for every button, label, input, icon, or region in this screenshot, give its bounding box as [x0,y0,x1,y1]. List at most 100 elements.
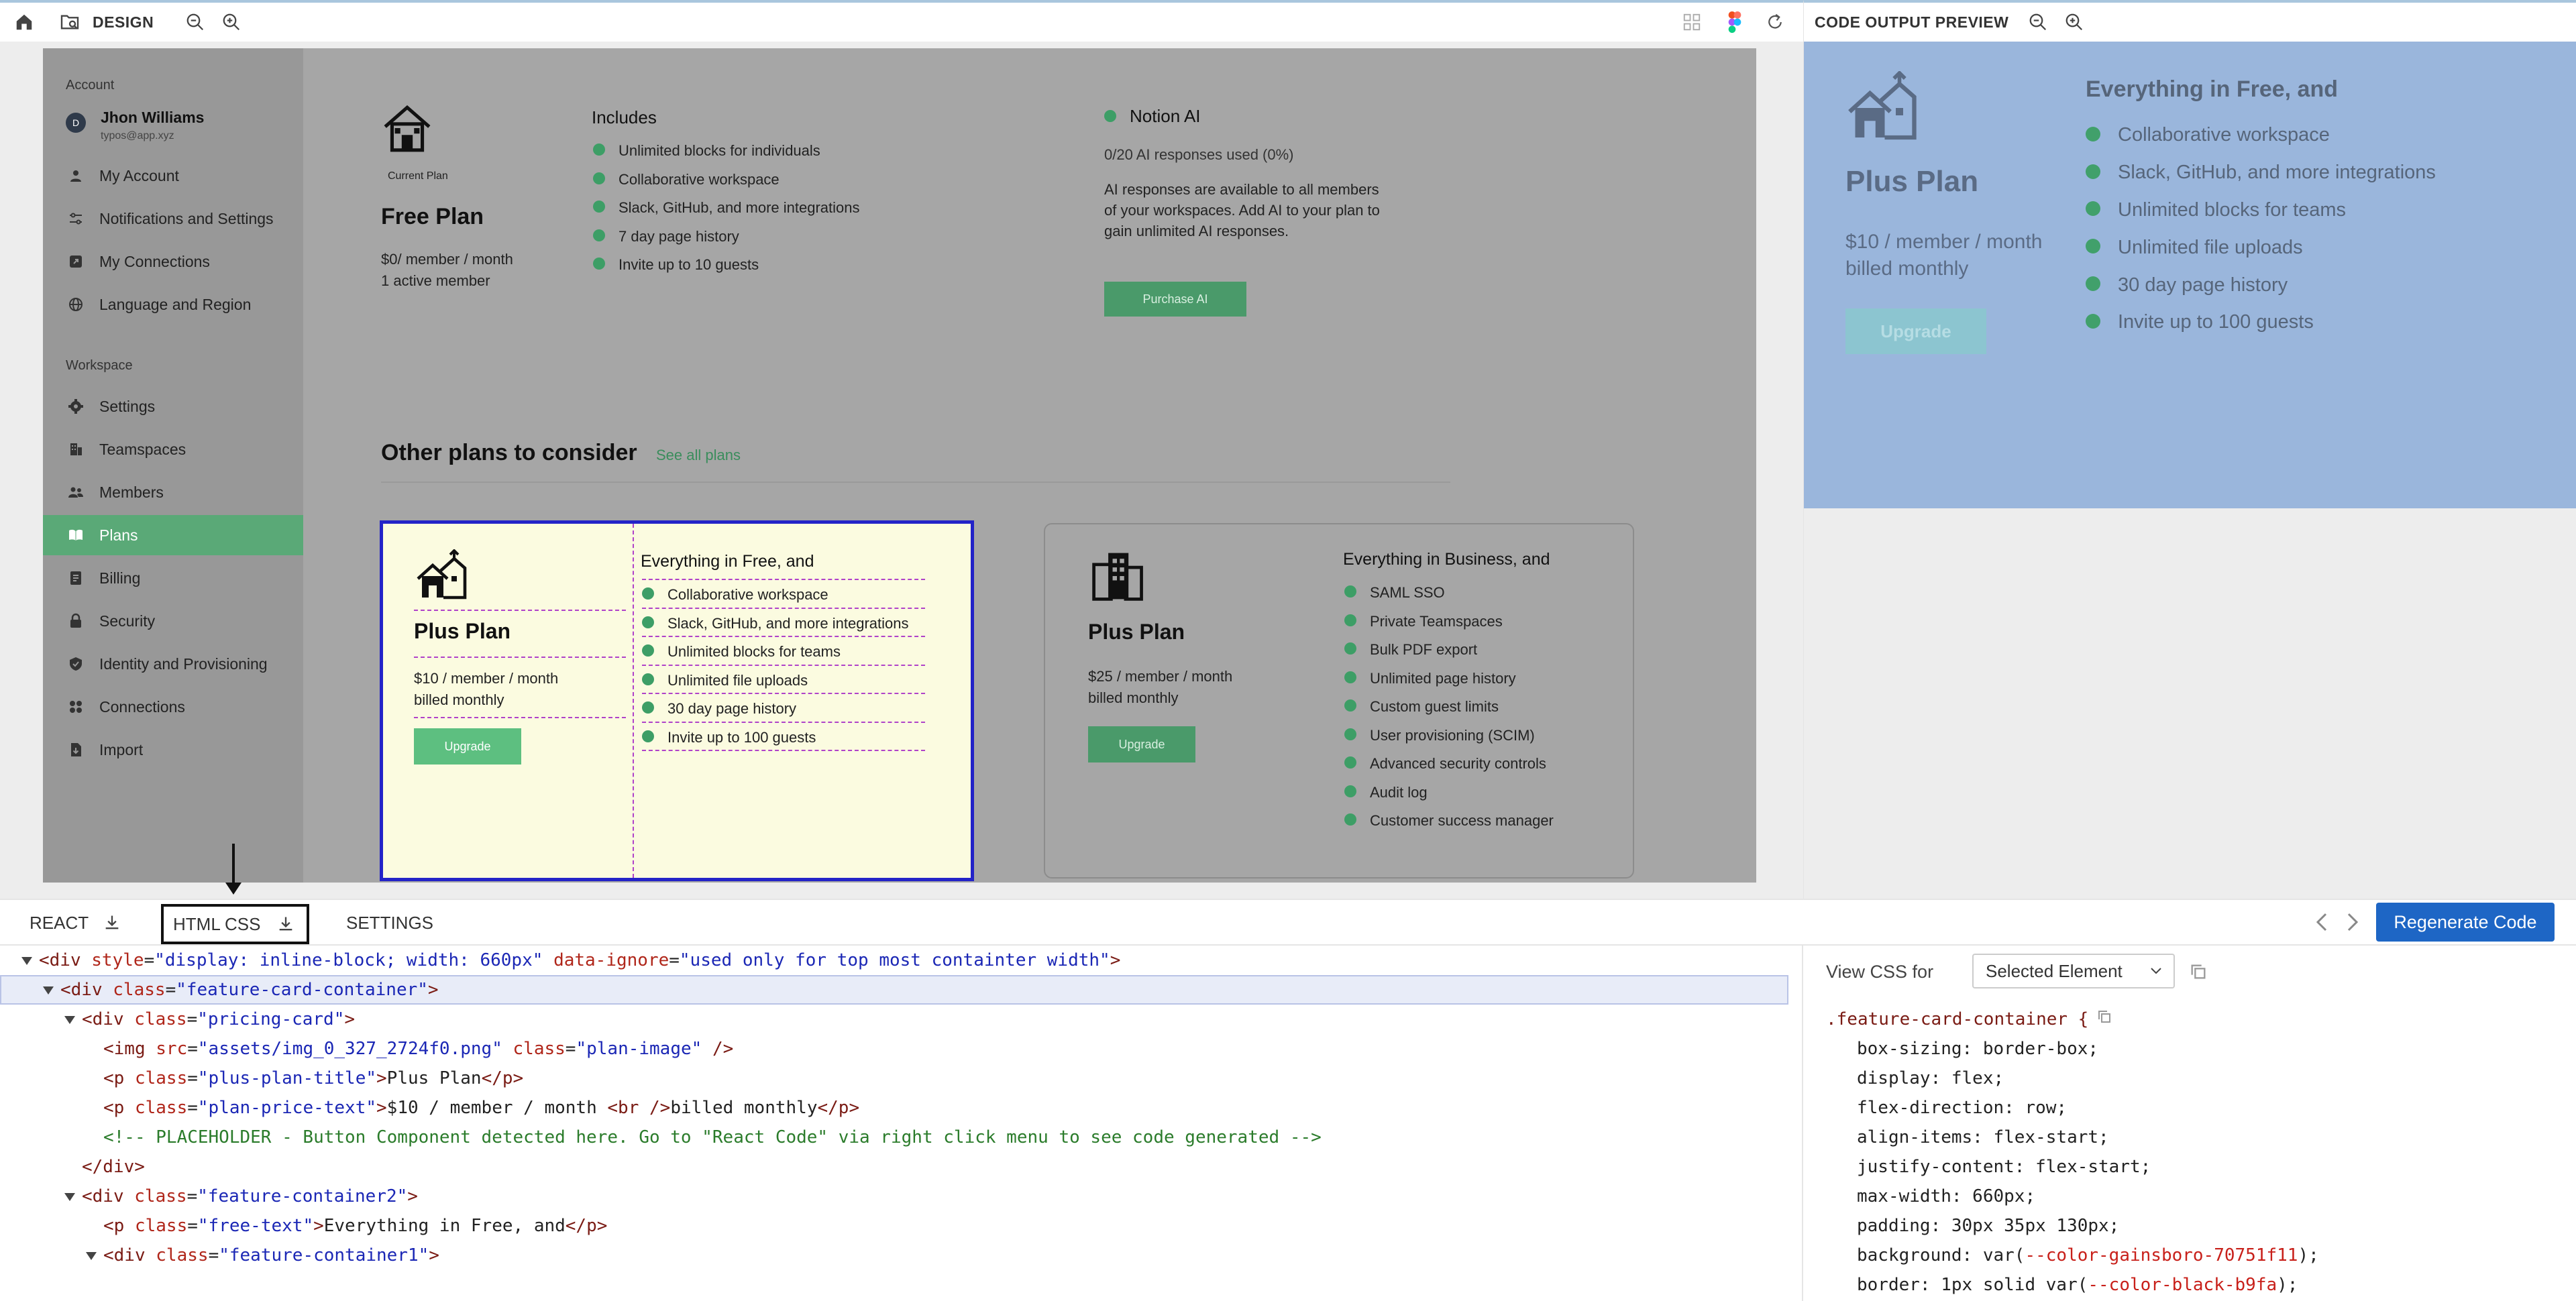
sidebar-item-identity[interactable]: Identity and Provisioning [43,644,303,684]
check-icon [2086,239,2100,254]
code-line[interactable]: <!-- PLACEHOLDER - Button Component dete… [0,1123,1802,1152]
current-plan-name: Free Plan [381,204,484,229]
code-line[interactable]: <p class="plan-price-text">$10 / member … [0,1093,1802,1123]
layout-guide [642,750,925,751]
preview-zoom-out-icon[interactable] [2023,7,2053,37]
tab-react[interactable]: REACT [30,900,123,946]
code-line[interactable]: <div style="display: inline-block; width… [0,946,1802,975]
sidebar-item-members[interactable]: Members [43,472,303,512]
code-line[interactable]: <div class="pricing-card"> [0,1005,1802,1034]
see-all-plans-link[interactable]: See all plans [656,447,741,464]
code-line[interactable]: </div> [0,1152,1802,1182]
business-plan-card[interactable]: Plus Plan $25 / member / month billed mo… [1044,523,1634,879]
sidebar-item-settings[interactable]: Settings [43,386,303,427]
list-item: Audit log [1344,779,1554,807]
check-icon [1344,785,1356,797]
plus-plan-billing: billed monthly [414,691,504,708]
sidebar-item-notifications[interactable]: Notifications and Settings [43,199,303,239]
sidebar-item-plans[interactable]: Plans [43,515,303,555]
list-item: User provisioning (SCIM) [1344,722,1554,750]
sidebar-item-label: Language and Region [99,295,252,313]
design-canvas[interactable]: Account D Jhon Williams typos@app.xyz My… [0,42,1803,899]
refresh-icon[interactable] [1760,7,1790,37]
list-item: Unlimited blocks for teams [642,638,909,667]
grid-view-icon[interactable] [1677,7,1707,37]
current-plan-price: $0/ member / month [381,251,513,268]
sidebar-item-billing[interactable]: Billing [43,558,303,598]
css-property-line: background: var(--color-gainsboro-70751f… [1857,1245,2319,1265]
sidebar-item-label: Security [99,612,156,630]
sidebar-item-my-account[interactable]: My Account [43,156,303,196]
upgrade-button[interactable]: Upgrade [1088,726,1195,762]
zoom-out-icon[interactable] [180,7,210,37]
code-line[interactable]: <div class="feature-container1"> [0,1241,1802,1270]
chevron-right-icon[interactable] [2341,911,2364,934]
check-icon [1344,614,1356,626]
business-plan-title: Plus Plan [1088,620,1185,644]
zoom-in-icon[interactable] [217,7,246,37]
user-email: typos@app.xyz [101,130,174,142]
css-property-line: padding: 30px 35px 130px; [1857,1216,2120,1236]
chevron-down-icon [2148,963,2164,979]
code-line[interactable]: <img src="assets/img_0_327_2724f0.png" c… [0,1034,1802,1064]
list-item: Unlimited blocks for individuals [593,137,860,166]
preview-upgrade-button[interactable]: Upgrade [1845,308,1986,354]
list-item: 30 day page history [2086,266,2436,304]
code-line[interactable]: <div class="feature-container2"> [0,1182,1802,1211]
sidebar-item-label: My Connections [99,252,210,270]
plus-features-list: Collaborative workspace Slack, GitHub, a… [642,581,909,752]
code-line[interactable]: <div class="feature-card-container"> [0,975,1802,1005]
preview-plan-price: $10 / member / month [1845,231,2043,253]
sidebar-item-label: Teamspaces [99,440,186,458]
collapse-toggle-icon[interactable] [86,1251,97,1260]
sidebar-item-language[interactable]: Language and Region [43,284,303,325]
regenerate-code-button[interactable]: Regenerate Code [2376,903,2555,942]
figma-icon[interactable] [1720,7,1750,37]
design-label: DESIGN [93,13,154,31]
design-search-icon[interactable] [55,7,85,37]
sidebar-item-my-connections[interactable]: My Connections [43,241,303,282]
css-scope-select[interactable]: Selected Element [1972,954,2175,988]
collapse-toggle-icon[interactable] [21,956,32,965]
sidebar-item-label: Connections [99,697,185,716]
check-icon [1344,813,1356,826]
download-icon[interactable] [274,913,297,936]
layout-guide [642,722,925,723]
layout-guide [633,524,634,878]
collapse-toggle-icon[interactable] [43,986,54,995]
layout-guide [642,579,925,580]
design-frame[interactable]: Account D Jhon Williams typos@app.xyz My… [43,48,1756,883]
download-icon[interactable] [101,911,123,934]
code-editor[interactable]: <div style="display: inline-block; width… [0,946,1802,1301]
plans-main: Current Plan Free Plan $0/ member / mont… [303,48,1756,883]
ai-description-line: gain unlimited AI responses. [1104,223,1289,239]
pointer-arrow-icon [225,883,241,895]
buildings-icon [1088,547,1146,605]
purchase-ai-button[interactable]: Purchase AI [1104,282,1246,317]
sidebar-item-connections[interactable]: Connections [43,687,303,727]
code-line[interactable]: <p class="plus-plan-title">Plus Plan</p> [0,1064,1802,1093]
preview-label: CODE OUTPUT PREVIEW [1815,13,2009,31]
code-line[interactable]: <p class="free-text">Everything in Free,… [0,1211,1802,1241]
list-item: Invite up to 100 guests [642,724,909,752]
sidebar-item-teamspaces[interactable]: Teamspaces [43,429,303,469]
home-icon[interactable] [9,7,39,37]
tab-html-css[interactable]: HTML CSS [161,904,309,944]
preview-plus-card: Plus Plan $10 / member / month billed mo… [1804,42,2576,508]
collapse-toggle-icon[interactable] [64,1015,75,1024]
sidebar-item-security[interactable]: Security [43,601,303,641]
chevron-left-icon[interactable] [2310,911,2333,934]
upgrade-button[interactable]: Upgrade [414,728,521,765]
copy-icon[interactable] [2187,960,2210,983]
plus-plan-card[interactable]: Plus Plan $10 / member / month billed mo… [380,520,974,881]
tab-settings[interactable]: SETTINGS [346,900,433,946]
collapse-toggle-icon[interactable] [64,1192,75,1201]
list-item: Private Teamspaces [1344,608,1554,636]
list-item: Custom guest limits [1344,693,1554,722]
preview-zoom-in-icon[interactable] [2059,7,2089,37]
css-property-line: display: flex; [1857,1068,2004,1088]
copy-icon[interactable] [2095,1007,2114,1026]
arrow-box-icon [66,251,86,272]
css-selector: .feature-card-container { [1826,1005,2114,1034]
sidebar-item-import[interactable]: Import [43,730,303,770]
